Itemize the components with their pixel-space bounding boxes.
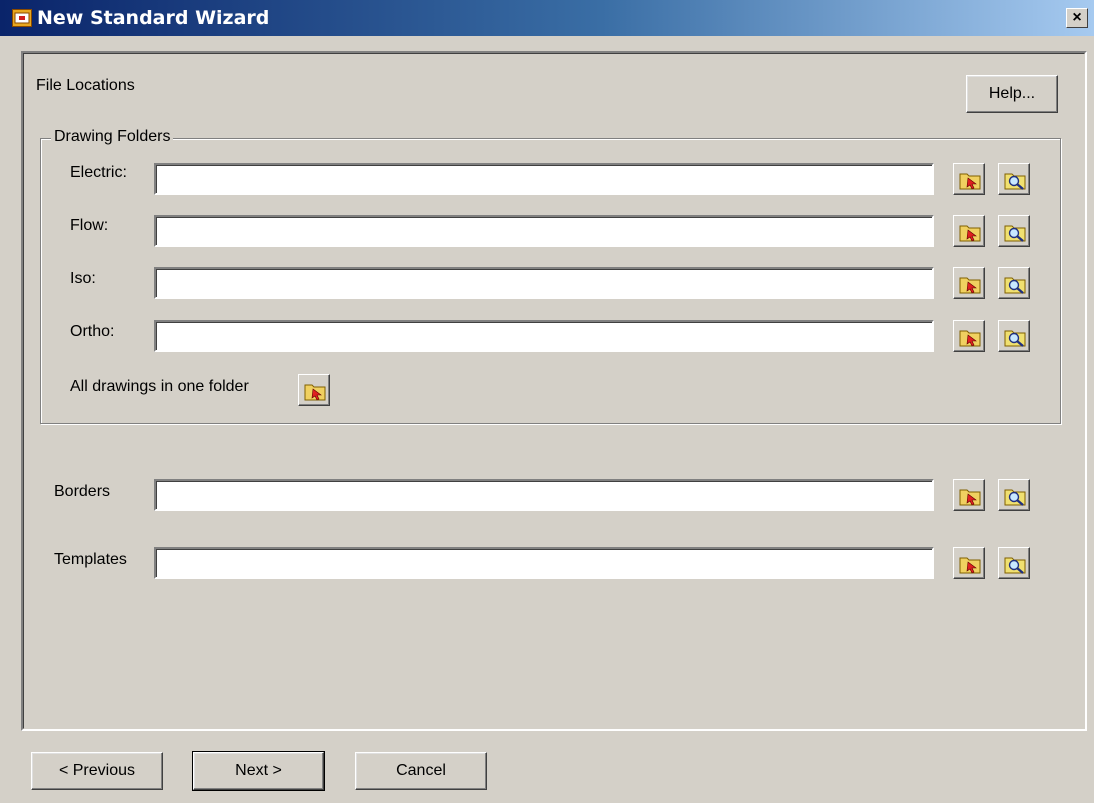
next-button[interactable]: Next >: [192, 751, 325, 791]
electric-search-button[interactable]: [998, 163, 1030, 195]
help-button[interactable]: Help...: [966, 75, 1058, 113]
folder-arrow-icon: [959, 557, 981, 574]
page-heading: File Locations: [36, 77, 135, 94]
templates-browse-button[interactable]: [953, 547, 985, 579]
iso-label: Iso:: [70, 270, 96, 287]
previous-button[interactable]: < Previous: [31, 752, 163, 790]
ortho-path-input[interactable]: [154, 320, 934, 352]
folder-search-icon: [1004, 489, 1026, 506]
folder-arrow-icon: [959, 225, 981, 242]
iso-browse-button[interactable]: [953, 267, 985, 299]
borders-label: Borders: [54, 483, 111, 500]
cancel-button[interactable]: Cancel: [355, 752, 487, 790]
iso-path-input[interactable]: [154, 267, 934, 299]
templates-search-button[interactable]: [998, 547, 1030, 579]
app-icon: [12, 9, 32, 27]
templates-path-input[interactable]: [154, 547, 934, 579]
electric-browse-button[interactable]: [953, 163, 985, 195]
electric-label: Electric:: [70, 164, 127, 181]
flow-label: Flow:: [70, 217, 109, 234]
folder-arrow-icon: [304, 384, 326, 401]
all-drawings-browse-button[interactable]: [298, 374, 330, 406]
flow-browse-button[interactable]: [953, 215, 985, 247]
folder-arrow-icon: [959, 489, 981, 506]
borders-path-input[interactable]: [154, 479, 934, 511]
ortho-search-button[interactable]: [998, 320, 1030, 352]
folder-arrow-icon: [959, 277, 981, 294]
flow-path-input[interactable]: [154, 215, 934, 247]
folder-search-icon: [1004, 330, 1026, 347]
iso-search-button[interactable]: [998, 267, 1030, 299]
window-title: New Standard Wizard: [37, 7, 270, 29]
folder-search-icon: [1004, 225, 1026, 242]
all-drawings-label: All drawings in one folder: [70, 378, 249, 395]
flow-search-button[interactable]: [998, 215, 1030, 247]
electric-path-input[interactable]: [154, 163, 934, 195]
folder-search-icon: [1004, 173, 1026, 190]
borders-search-button[interactable]: [998, 479, 1030, 511]
folder-search-icon: [1004, 277, 1026, 294]
borders-browse-button[interactable]: [953, 479, 985, 511]
folder-arrow-icon: [959, 330, 981, 347]
folder-search-icon: [1004, 557, 1026, 574]
ortho-browse-button[interactable]: [953, 320, 985, 352]
folder-arrow-icon: [959, 173, 981, 190]
templates-label: Templates: [54, 551, 127, 568]
ortho-label: Ortho:: [70, 323, 115, 340]
close-button[interactable]: ×: [1066, 8, 1088, 28]
drawing-folders-title: Drawing Folders: [51, 128, 174, 146]
title-bar: New Standard Wizard ×: [0, 0, 1094, 36]
